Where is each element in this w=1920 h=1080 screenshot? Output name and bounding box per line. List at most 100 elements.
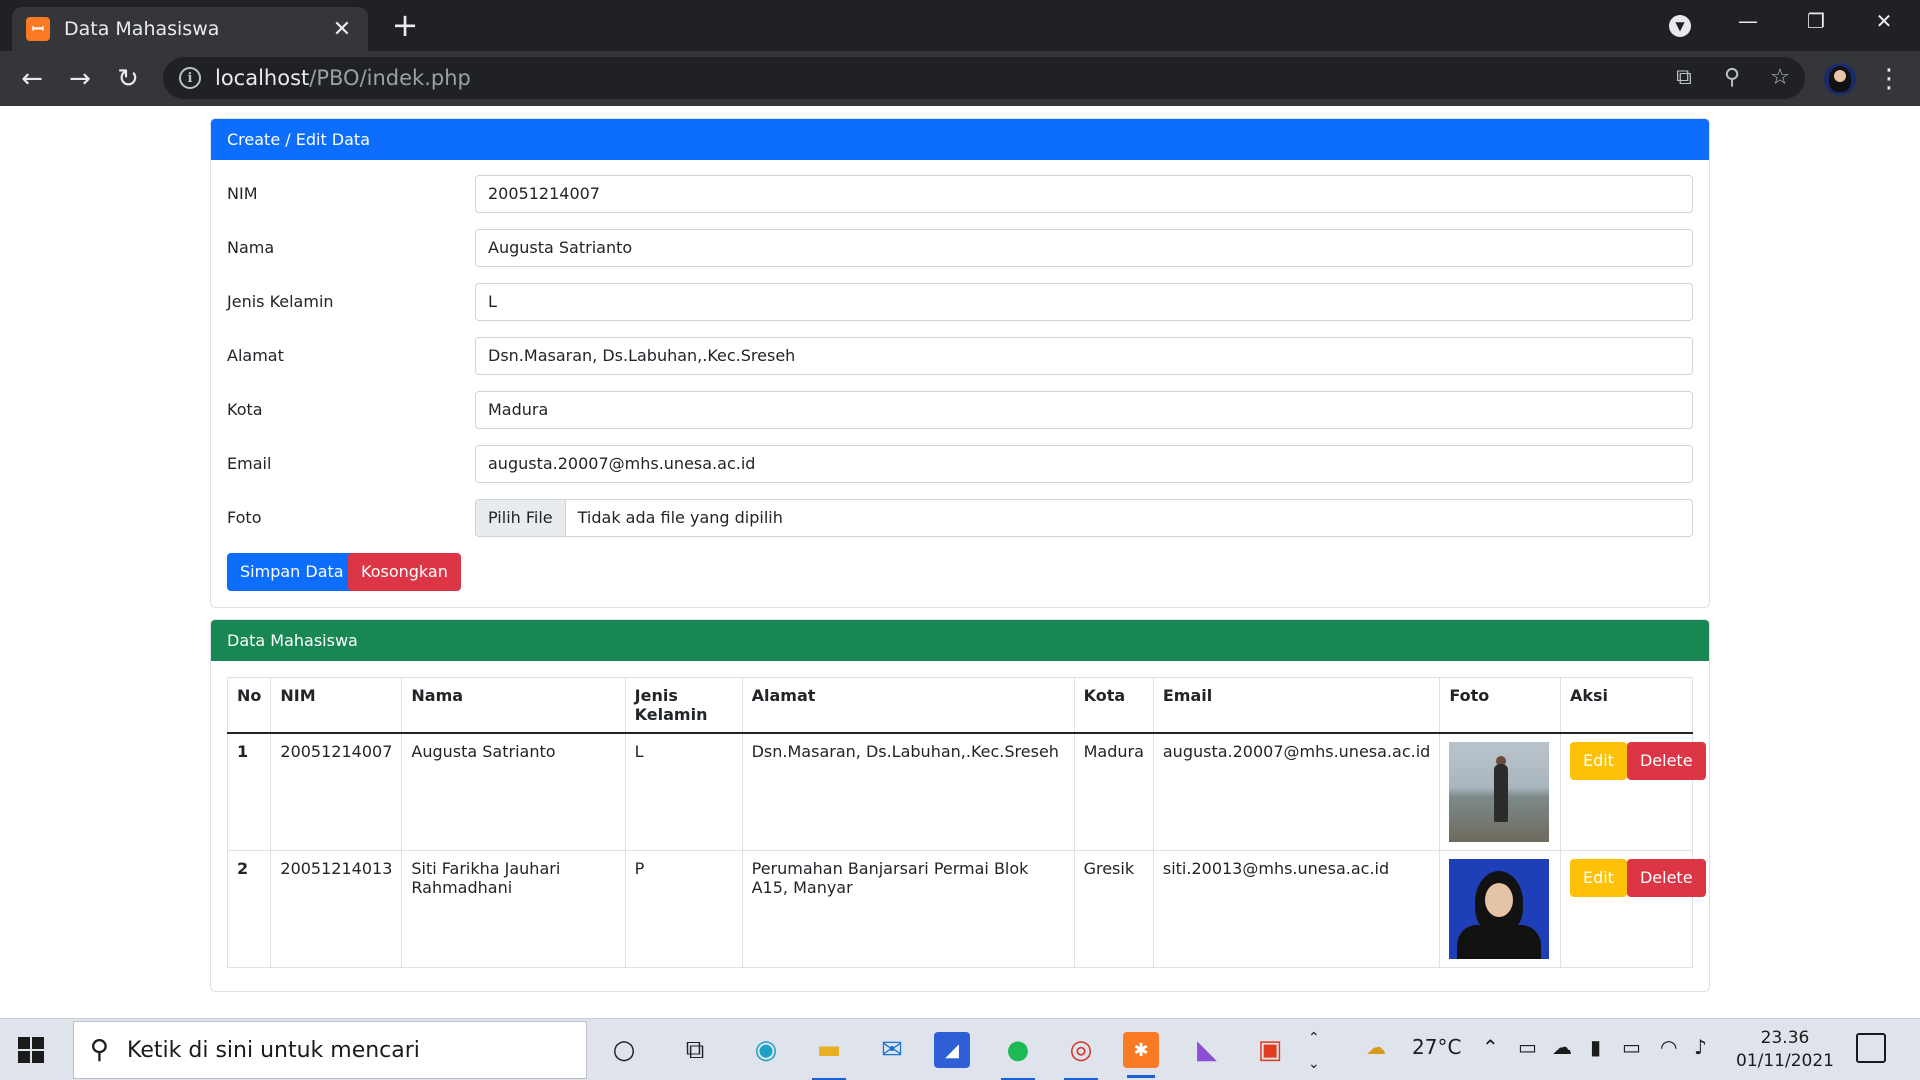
xampp-icon[interactable]: ✱ xyxy=(1123,1032,1159,1078)
taskbar-overflow-icon[interactable]: ⌃ ⌄ xyxy=(1308,1025,1320,1077)
bookmark-star-icon[interactable]: ☆ xyxy=(1767,65,1793,90)
input-alamat[interactable]: Dsn.Masaran, Ds.Labuhan,.Kec.Sreseh xyxy=(475,337,1693,375)
table-header-row: No NIM Nama Jenis Kelamin Alamat Kota Em… xyxy=(226,677,1694,734)
volume-icon[interactable]: ♪ xyxy=(1694,1035,1707,1059)
taskbar-search-box[interactable]: ⚲ Ketik di sini untuk mencari xyxy=(73,1021,587,1079)
cell-aksi: Edit Delete xyxy=(1559,850,1706,968)
label-kota: Kota xyxy=(227,400,263,419)
tab-close-icon[interactable]: ✕ xyxy=(330,17,354,42)
edge-icon[interactable]: ◉ xyxy=(745,1029,787,1071)
windows-start-icon[interactable] xyxy=(18,1037,44,1063)
visual-studio-icon[interactable]: ◣ xyxy=(1186,1029,1228,1071)
column-header: Nama xyxy=(401,677,626,734)
input-kota[interactable]: Madura xyxy=(475,391,1693,429)
zoom-icon[interactable]: ⚲ xyxy=(1719,65,1745,90)
tray-overflow-icon[interactable]: ⌃ xyxy=(1482,1035,1499,1059)
mail-icon[interactable]: ✉ xyxy=(871,1029,913,1071)
address-bar[interactable]: i localhost/PBO/indek.php ⧉ ⚲ ☆ xyxy=(163,57,1805,99)
page-content: Create / Edit Data NIM 20051214007 Nama … xyxy=(0,106,1920,1018)
cell-no: 2 xyxy=(226,850,272,968)
cell-alamat: Perumahan Banjarsari Permai Blok A15, Ma… xyxy=(741,850,1075,968)
cell-aksi: Edit Delete xyxy=(1559,732,1706,851)
battery-icon[interactable]: ▭ xyxy=(1622,1035,1641,1059)
cortana-icon[interactable]: ○ xyxy=(603,1029,645,1071)
weather-icon[interactable]: ☁ xyxy=(1366,1035,1386,1059)
forward-arrow-icon[interactable]: → xyxy=(62,61,98,97)
form-card-header: Create / Edit Data xyxy=(211,119,1709,160)
back-arrow-icon[interactable]: ← xyxy=(14,61,50,97)
windows-taskbar: ⚲ Ketik di sini untuk mencari ○ ⧉ ◉ ▬ ✉ … xyxy=(0,1018,1920,1080)
xampp-favicon-icon: ꟷ xyxy=(26,17,50,41)
cell-nama: Augusta Satrianto xyxy=(401,732,626,851)
label-alamat: Alamat xyxy=(227,346,284,365)
wifi-icon[interactable]: ◠ xyxy=(1660,1035,1677,1059)
student-photo xyxy=(1449,859,1550,959)
save-button[interactable]: Simpan Data xyxy=(227,553,357,591)
onedrive-icon[interactable]: ☁ xyxy=(1552,1035,1572,1059)
chrome-icon[interactable]: ◎ xyxy=(1060,1029,1102,1080)
cell-nim: 20051214007 xyxy=(270,732,403,851)
profile-avatar[interactable] xyxy=(1824,63,1856,95)
cell-jenis-kelamin: L xyxy=(624,732,743,851)
input-nama[interactable]: Augusta Satrianto xyxy=(475,229,1693,267)
clear-button[interactable]: Kosongkan xyxy=(348,553,461,591)
column-header: Foto xyxy=(1439,677,1561,734)
weather-temp[interactable]: 27°C xyxy=(1412,1035,1461,1059)
delete-button[interactable]: Delete xyxy=(1626,859,1706,897)
cell-email: siti.20013@mhs.unesa.ac.id xyxy=(1152,850,1441,968)
browser-menu-icon[interactable]: ⋮ xyxy=(1876,63,1902,95)
cell-kota: Madura xyxy=(1073,732,1154,851)
file-status: Tidak ada file yang dipilih xyxy=(577,508,783,527)
cell-foto xyxy=(1439,850,1561,968)
clock-date: 01/11/2021 xyxy=(1736,1051,1834,1071)
cell-alamat: Dsn.Masaran, Ds.Labuhan,.Kec.Sreseh xyxy=(741,732,1075,851)
cell-nim: 20051214013 xyxy=(270,850,403,968)
file-explorer-icon[interactable]: ▬ xyxy=(808,1029,850,1080)
taskbar-clock[interactable]: 23.36 01/11/2021 xyxy=(1730,1027,1840,1073)
input-email[interactable]: augusta.20007@mhs.unesa.ac.id xyxy=(475,445,1693,483)
form-row-jenis-kelamin: Jenis Kelamin L xyxy=(227,283,1693,321)
meet-icon[interactable]: ▭ xyxy=(1518,1035,1537,1059)
tab-search-icon[interactable]: ▼ xyxy=(1669,15,1691,37)
label-nama: Nama xyxy=(227,238,275,257)
site-info-icon[interactable]: i xyxy=(179,67,201,89)
microphone-icon[interactable]: ▮ xyxy=(1590,1035,1601,1059)
students-table: No NIM Nama Jenis Kelamin Alamat Kota Em… xyxy=(226,677,1706,968)
form-row-foto: Foto Pilih File Tidak ada file yang dipil… xyxy=(227,499,1693,537)
file-input-foto[interactable]: Pilih File Tidak ada file yang dipilih xyxy=(475,499,1693,537)
cell-email: augusta.20007@mhs.unesa.ac.id xyxy=(1152,732,1441,851)
table-card-header: Data Mahasiswa xyxy=(211,620,1709,661)
office-icon[interactable]: ▣ xyxy=(1249,1029,1291,1071)
minimize-button[interactable]: — xyxy=(1728,6,1768,36)
task-view-icon[interactable]: ⧉ xyxy=(674,1029,716,1071)
edit-button[interactable]: Edit xyxy=(1569,859,1627,897)
spotify-icon[interactable]: ● xyxy=(997,1029,1039,1080)
column-header: Alamat xyxy=(741,677,1075,734)
choose-file-button[interactable]: Pilih File xyxy=(476,500,566,536)
form-row-email: Email augusta.20007@mhs.unesa.ac.id xyxy=(227,445,1693,483)
table-card: Data Mahasiswa No NIM Nama Jenis Kelamin… xyxy=(210,619,1710,992)
column-header: Kota xyxy=(1073,677,1154,734)
close-window-button[interactable]: ✕ xyxy=(1864,6,1904,36)
restore-button[interactable]: ❐ xyxy=(1796,6,1836,36)
form-row-kota: Kota Madura xyxy=(227,391,1693,429)
editor-app-icon[interactable]: ◢ xyxy=(934,1032,970,1068)
translate-icon[interactable]: ⧉ xyxy=(1671,65,1697,90)
delete-button[interactable]: Delete xyxy=(1626,742,1706,780)
column-header: Aksi xyxy=(1559,677,1694,734)
input-nim[interactable]: 20051214007 xyxy=(475,175,1693,213)
column-header: Email xyxy=(1152,677,1441,734)
new-tab-button[interactable]: + xyxy=(390,9,420,41)
cell-nama: Siti Farikha Jauhari Rahmadhani xyxy=(401,850,626,968)
student-photo xyxy=(1449,742,1550,842)
column-header: No xyxy=(226,677,272,734)
url-host: localhost xyxy=(215,66,310,90)
reload-icon[interactable]: ↻ xyxy=(110,61,146,97)
browser-toolbar: ← → ↻ i localhost/PBO/indek.php ⧉ ⚲ ☆ ⋮ xyxy=(0,51,1920,106)
cell-foto xyxy=(1439,732,1561,851)
browser-tab[interactable]: ꟷ Data Mahasiswa ✕ xyxy=(12,7,368,51)
input-jenis-kelamin[interactable]: L xyxy=(475,283,1693,321)
notification-center-icon[interactable] xyxy=(1856,1033,1886,1063)
edit-button[interactable]: Edit xyxy=(1569,742,1627,780)
browser-tab-strip: ꟷ Data Mahasiswa ✕ + ▼ — ❐ ✕ xyxy=(0,0,1920,51)
